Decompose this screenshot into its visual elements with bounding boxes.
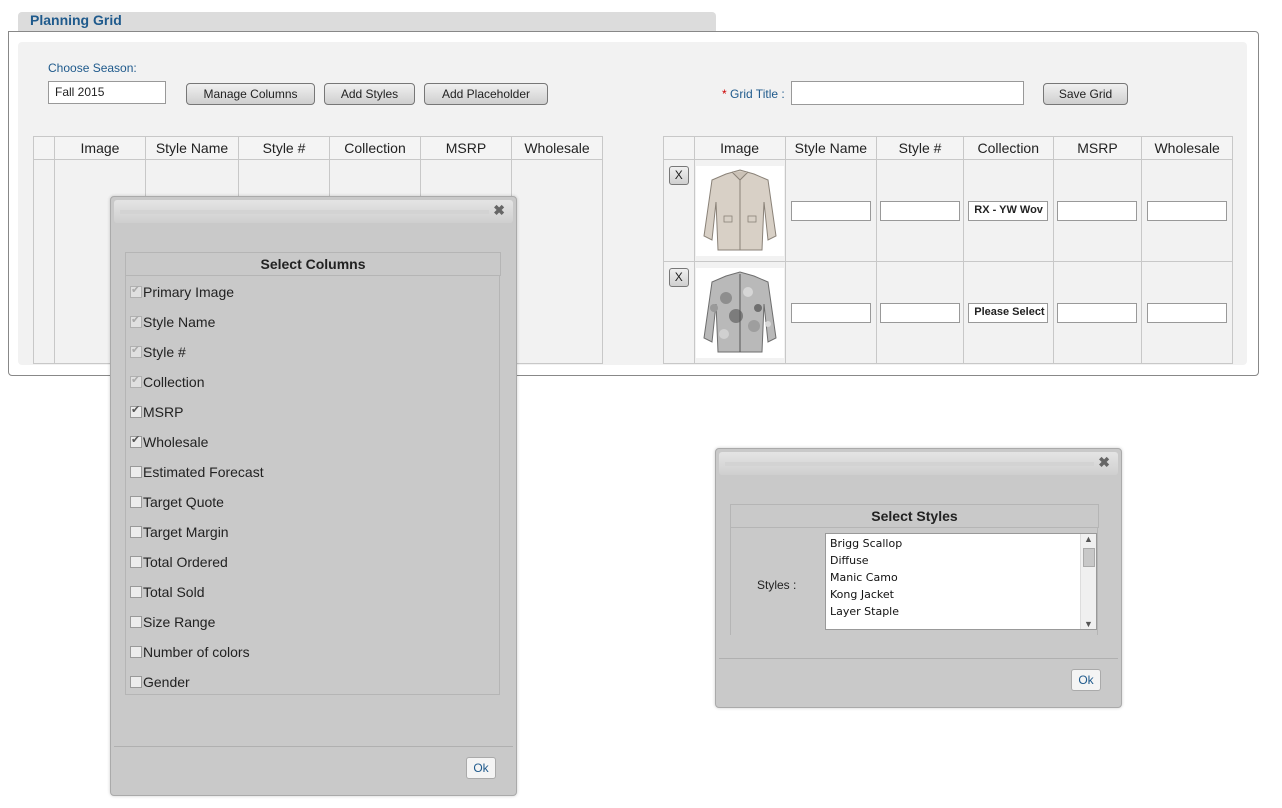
jacket-image-camo-cell: [693, 261, 786, 364]
column-option-label: MSRP: [143, 404, 184, 420]
column-checkbox: [130, 343, 142, 358]
column-checkbox: [130, 373, 142, 388]
select-styles-heading: Select Styles: [730, 504, 1099, 528]
grid-title-input[interactable]: [791, 81, 1024, 105]
column-checkbox[interactable]: [130, 646, 142, 658]
select-columns-heading: Select Columns: [125, 252, 501, 276]
grid-title-label: * Grid Title :: [722, 87, 785, 101]
left-col-msrp: MSRP: [420, 136, 512, 160]
column-checkbox[interactable]: [130, 586, 142, 598]
style-number-input[interactable]: [880, 200, 961, 221]
grid-title-label-text: Grid Title :: [730, 87, 785, 101]
column-option-label: Number of colors: [143, 644, 250, 660]
column-checkbox[interactable]: [130, 676, 142, 688]
scroll-up-icon[interactable]: ▲: [1084, 534, 1093, 544]
page-title: Planning Grid: [30, 12, 122, 28]
left-col-select: [33, 136, 55, 160]
titlebar-stripe: [725, 462, 1094, 466]
column-option-label: Wholesale: [143, 434, 209, 450]
wholesale-input[interactable]: [1147, 200, 1228, 221]
column-option-label: Target Quote: [143, 494, 224, 510]
ok-button[interactable]: Ok: [1071, 669, 1101, 691]
column-option-label: Estimated Forecast: [143, 464, 264, 480]
scrollbar-thumb[interactable]: [1083, 548, 1095, 567]
column-checkbox[interactable]: [130, 496, 142, 508]
column-option-label: Collection: [143, 374, 205, 390]
column-option-label: Style #: [143, 344, 186, 360]
left-col-wholesale: Wholesale: [511, 136, 603, 160]
column-checkbox[interactable]: [130, 616, 142, 628]
style-number-input[interactable]: [880, 302, 961, 323]
style-option[interactable]: Diffuse: [830, 554, 869, 567]
jacket-image-camo[interactable]: [695, 267, 784, 358]
left-col-style-number: Style #: [238, 136, 330, 160]
season-select[interactable]: Fall 2015: [48, 81, 166, 104]
add-placeholder-button[interactable]: Add Placeholder: [424, 83, 548, 105]
table-row: X Please Select: [663, 261, 1233, 364]
right-col-style-number: Style #: [876, 136, 964, 160]
close-icon[interactable]: ✖: [1098, 454, 1110, 471]
left-col-image: Image: [54, 136, 146, 160]
scroll-down-icon[interactable]: ▼: [1084, 619, 1093, 629]
dialog-footer-divider: [719, 658, 1118, 659]
collection-select[interactable]: Please Select: [968, 302, 1049, 323]
remove-row-button[interactable]: X: [668, 268, 689, 287]
collection-select[interactable]: RX - YW Wov: [968, 200, 1049, 221]
ok-button[interactable]: Ok: [466, 757, 496, 779]
remove-row-button[interactable]: X: [668, 166, 689, 185]
right-planning-table: Image Style Name Style # Collection MSRP…: [663, 136, 1233, 364]
styles-label: Styles :: [757, 578, 797, 592]
manage-columns-button[interactable]: Manage Columns: [186, 83, 315, 105]
season-label: Choose Season:: [48, 61, 137, 75]
column-checkbox: [130, 283, 142, 298]
column-checkbox[interactable]: [130, 526, 142, 538]
dialog-footer-divider: [114, 746, 513, 747]
column-option-label: Total Sold: [143, 584, 205, 600]
required-marker: *: [722, 87, 727, 101]
jacket-image-plain-cell: [693, 159, 786, 262]
right-col-remove: [663, 136, 695, 160]
listbox-scrollbar[interactable]: ▲ ▼: [1080, 534, 1096, 629]
titlebar-stripe: [120, 210, 489, 214]
close-icon[interactable]: ✖: [493, 202, 505, 219]
save-grid-button[interactable]: Save Grid: [1043, 83, 1128, 105]
wholesale-input[interactable]: [1147, 302, 1228, 323]
page-title-tab: Planning Grid: [18, 12, 716, 31]
dialog-titlebar[interactable]: ✖: [719, 452, 1118, 475]
add-styles-button[interactable]: Add Styles: [324, 83, 415, 105]
column-option-label: Gender: [143, 674, 190, 690]
style-option[interactable]: Layer Staple: [830, 605, 899, 618]
column-option-label: Style Name: [143, 314, 216, 330]
left-table-header-row: Image Style Name Style # Collection MSRP…: [33, 136, 603, 160]
column-checkbox[interactable]: [130, 556, 142, 568]
column-option-label: Target Margin: [143, 524, 229, 540]
left-col-collection: Collection: [329, 136, 421, 160]
style-name-input[interactable]: [790, 200, 871, 221]
right-col-image: Image: [693, 136, 786, 160]
style-option[interactable]: Manic Camo: [830, 571, 898, 584]
column-checkbox[interactable]: [130, 466, 142, 478]
style-option[interactable]: Brigg Scallop: [830, 537, 902, 550]
style-name-input[interactable]: [790, 302, 871, 323]
right-table-header-row: Image Style Name Style # Collection MSRP…: [663, 136, 1233, 160]
column-checkbox[interactable]: [130, 403, 142, 418]
left-col-style-name: Style Name: [145, 136, 239, 160]
msrp-input[interactable]: [1057, 302, 1138, 323]
styles-listbox[interactable]: Brigg Scallop Diffuse Manic Camo Kong Jacke…: [825, 533, 1097, 630]
msrp-input[interactable]: [1057, 200, 1138, 221]
select-columns-list: [125, 275, 500, 695]
column-checkbox: [130, 313, 142, 328]
column-option-label: Size Range: [143, 614, 216, 630]
table-row: X RX - YW Wov: [663, 159, 1233, 262]
style-option[interactable]: Kong Jacket: [830, 588, 894, 601]
right-col-wholesale: Wholesale: [1141, 136, 1233, 160]
column-option-label: Total Ordered: [143, 554, 228, 570]
right-col-msrp: MSRP: [1052, 136, 1143, 160]
jacket-image-plain[interactable]: [695, 165, 784, 256]
right-col-collection: Collection: [962, 136, 1054, 160]
column-option-label: Primary Image: [143, 284, 235, 300]
dialog-titlebar[interactable]: ✖: [114, 200, 513, 223]
column-checkbox[interactable]: [130, 433, 142, 448]
right-col-style-name: Style Name: [784, 136, 878, 160]
